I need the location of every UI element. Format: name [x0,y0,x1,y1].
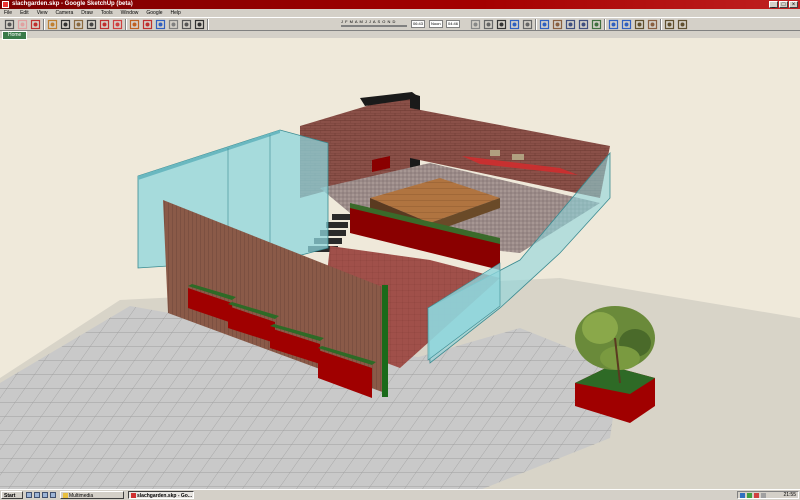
time-start: 06:43 [411,20,426,28]
app-icon[interactable] [2,1,9,8]
date-slider[interactable] [341,25,407,27]
folder-icon[interactable] [42,492,48,498]
menu-help[interactable]: Help [167,9,185,17]
alert-icon[interactable] [754,493,759,498]
toolbar-separator [207,19,209,30]
dimension-icon[interactable] [470,19,481,30]
folder-icon [63,493,68,498]
look-around-icon[interactable] [664,19,675,30]
menu-edit[interactable]: Edit [16,9,33,17]
menu-file[interactable]: File [0,9,16,17]
scene-tab-home[interactable]: Home [2,31,28,40]
previous-view-icon[interactable] [608,19,619,30]
walk-icon[interactable] [647,19,658,30]
start-button[interactable]: Start [1,491,23,499]
3d-text-icon[interactable] [522,19,533,30]
menu-google[interactable]: Google [142,9,166,17]
taskbar: Start Multimedia slachgarden.skp - Go...… [0,489,800,500]
select-icon[interactable] [4,19,15,30]
follow-me-icon[interactable] [155,19,166,30]
antivirus-icon[interactable] [747,493,752,498]
menu-window[interactable]: Window [117,9,143,17]
move-icon[interactable] [112,19,123,30]
next-view-icon[interactable] [621,19,632,30]
eraser-icon[interactable] [17,19,28,30]
modeling-viewport[interactable] [0,38,800,490]
time-noon: Noon [429,20,443,28]
rotate-icon[interactable] [142,19,153,30]
toolbar-separator [43,19,45,30]
menu-camera[interactable]: Camera [51,9,77,17]
line-icon[interactable] [60,19,71,30]
scale-icon[interactable] [168,19,179,30]
close-button[interactable]: × [789,1,798,8]
fence-post [382,285,388,397]
toolbar-separator [604,19,606,30]
shadow-months: J F M A M J J A S O N D [341,19,396,24]
window-controls: _ □ × [769,1,798,8]
paint-bucket-icon[interactable] [47,19,58,30]
menu-tools[interactable]: Tools [97,9,117,17]
toolbar-separator [535,19,537,30]
tape-measure-icon[interactable] [194,19,205,30]
sketchup-icon [131,493,136,498]
circle-icon[interactable] [86,19,97,30]
desktop-icon[interactable] [26,492,32,498]
menu-bar: File Edit View Camera Draw Tools Window … [0,9,800,17]
section-icon[interactable] [677,19,688,30]
maximize-button[interactable]: □ [779,1,788,8]
toolbar-separator [660,19,662,30]
minimize-button[interactable]: _ [769,1,778,8]
quick-launch [26,492,56,498]
time-end: 04:46 [446,20,461,28]
title-bar: slachgarden.skp - Google SketchUp (beta)… [0,0,800,9]
task-multimedia[interactable]: Multimedia [60,491,124,499]
network-icon[interactable] [740,493,745,498]
push-pull-icon[interactable] [129,19,140,30]
arc-icon[interactable] [99,19,110,30]
protractor-icon[interactable] [483,19,494,30]
toolbar-separator [125,19,127,30]
zoom-icon[interactable] [565,19,576,30]
orbit-icon[interactable] [539,19,550,30]
zoom-window-icon[interactable] [578,19,589,30]
garden-model [0,92,800,490]
task-sketchup[interactable]: slachgarden.skp - Go... [128,491,194,499]
text-icon[interactable] [496,19,507,30]
window-title: slachgarden.skp - Google SketchUp (beta) [12,1,133,7]
clock: 21:55 [783,492,796,498]
mail-icon[interactable] [50,492,56,498]
axes-icon[interactable] [509,19,520,30]
pencil-icon[interactable] [30,19,41,30]
zoom-extents-icon[interactable] [591,19,602,30]
shadow-settings: J F M A M J J A S O N D 06:43 Noon 04:46 [341,19,461,29]
pan-icon[interactable] [552,19,563,30]
rectangle-icon[interactable] [73,19,84,30]
volume-icon[interactable] [761,493,766,498]
menu-draw[interactable]: Draw [77,9,97,17]
system-tray: 21:55 [737,491,799,499]
browser-icon[interactable] [34,492,40,498]
offset-icon[interactable] [181,19,192,30]
menu-view[interactable]: View [33,9,52,17]
position-camera-icon[interactable] [634,19,645,30]
